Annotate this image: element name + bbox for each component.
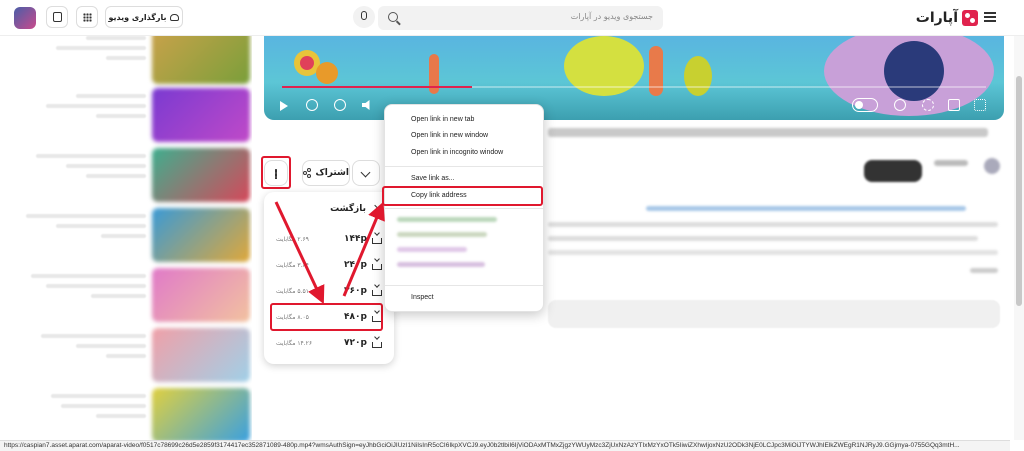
search-placeholder: جستجوی ویدیو در آپارات <box>570 12 653 21</box>
channel-avatar <box>984 158 1000 174</box>
chevron-right-icon <box>370 204 380 214</box>
download-icon <box>372 290 382 296</box>
notification-icon <box>53 12 62 22</box>
progress-bar[interactable] <box>282 86 986 88</box>
upload-video-button[interactable]: بارگذاری ویدیو <box>105 6 183 28</box>
upload-label: بارگذاری ویدیو <box>108 12 167 22</box>
back-label: بازگشت <box>330 204 366 214</box>
download-option-144p[interactable]: ۱۴۴p ۲.۶۹ مگابایت <box>272 228 386 252</box>
download-icon <box>372 342 382 348</box>
list-item[interactable] <box>0 208 252 268</box>
highlight-more-button <box>261 156 291 189</box>
file-size: ۳.۸۴ مگابایت <box>276 262 309 269</box>
menu-item-open-incognito[interactable]: Open link in incognito window <box>385 145 543 161</box>
download-option-240p[interactable]: ۲۴۰p ۳.۸۴ مگابایت <box>272 254 386 278</box>
menu-divider <box>385 166 543 167</box>
volume-icon[interactable] <box>362 100 370 110</box>
speed-icon[interactable] <box>894 99 906 111</box>
notifications-button[interactable] <box>46 6 68 28</box>
download-option-720p[interactable]: ۷۲۰p ۱۴.۲۶ مگابایت <box>272 332 386 356</box>
link-context-menu: Open link in new tab Open link in new wi… <box>384 104 544 312</box>
download-icon <box>372 264 382 270</box>
share-label: اشتراک <box>315 168 349 178</box>
menu-item-inspect[interactable]: Inspect <box>385 290 543 306</box>
microphone-icon <box>361 11 367 20</box>
video-title <box>548 128 988 137</box>
highlight-copy-link <box>382 186 543 206</box>
scrollbar-thumb[interactable] <box>1016 76 1022 306</box>
list-item[interactable] <box>0 88 252 148</box>
search-input[interactable]: جستجوی ویدیو در آپارات <box>378 6 663 30</box>
voice-search-button[interactable] <box>353 6 375 28</box>
site-header: آپارات جستجوی ویدیو در آپارات بارگذاری و… <box>0 0 1024 36</box>
logo-text: آپارات <box>915 10 958 26</box>
resolution-label: ۳۶۰p <box>344 286 367 296</box>
back-button[interactable]: بازگشت <box>330 204 380 214</box>
menu-item-save-link[interactable]: Save link as... <box>385 171 543 187</box>
list-item[interactable] <box>0 148 252 208</box>
chevron-down-icon <box>360 167 371 178</box>
list-item[interactable] <box>0 36 252 90</box>
grid-icon <box>83 13 92 22</box>
download-icon <box>372 238 382 244</box>
file-size: ۵.۵۱ مگابایت <box>276 288 309 295</box>
list-item[interactable] <box>0 388 252 440</box>
recommendations-sidebar <box>0 36 252 440</box>
fullscreen-icon[interactable] <box>974 99 986 111</box>
menu-item-open-new-window[interactable]: Open link in new window <box>385 128 543 144</box>
resolution-label: ۷۲۰p <box>344 338 367 348</box>
share-icon <box>303 168 312 178</box>
apps-button[interactable] <box>76 6 98 28</box>
list-item[interactable] <box>0 268 252 328</box>
progress-fill <box>282 86 473 88</box>
search-icon[interactable] <box>388 12 398 22</box>
aparat-logo-icon <box>962 10 978 26</box>
site-logo[interactable]: آپارات <box>916 9 978 27</box>
menu-divider <box>385 285 543 286</box>
menu-icon[interactable] <box>984 12 996 22</box>
download-quality-panel: بازگشت ۱۴۴p ۲.۶۹ مگابایت ۲۴۰p ۳.۸۴ مگابا… <box>264 192 394 364</box>
share-button[interactable]: اشتراک <box>302 160 350 186</box>
avatar[interactable] <box>14 7 36 29</box>
menu-item-extension[interactable] <box>397 247 467 252</box>
rewind-icon[interactable] <box>306 99 318 111</box>
channel-name <box>934 160 968 166</box>
browser-viewport: آپارات جستجوی ویدیو در آپارات بارگذاری و… <box>0 0 1024 451</box>
menu-item-extension[interactable] <box>397 262 485 267</box>
menu-divider <box>385 208 543 209</box>
menu-item-extension[interactable] <box>397 217 497 222</box>
expand-button[interactable] <box>352 160 380 186</box>
follow-button[interactable] <box>864 160 922 182</box>
play-icon[interactable] <box>280 101 288 111</box>
highlight-480p-option <box>270 303 383 331</box>
page-scrollbar[interactable] <box>1014 36 1024 440</box>
forward-icon[interactable] <box>334 99 346 111</box>
cloud-upload-icon <box>170 13 180 21</box>
settings-icon[interactable] <box>922 99 934 111</box>
menu-item-extension[interactable] <box>397 232 487 237</box>
resolution-label: ۱۴۴p <box>344 234 367 244</box>
cast-icon[interactable] <box>948 99 960 111</box>
menu-item-open-new-tab[interactable]: Open link in new tab <box>385 112 543 128</box>
video-player[interactable] <box>264 36 1004 120</box>
resolution-label: ۲۴۰p <box>344 260 367 270</box>
status-bar-url: https://caspian7.asset.aparat.com/aparat… <box>0 440 1010 451</box>
download-option-360p[interactable]: ۳۶۰p ۵.۵۱ مگابایت <box>272 280 386 304</box>
file-size: ۲.۶۹ مگابایت <box>276 236 309 243</box>
list-item[interactable] <box>0 328 252 388</box>
comments-box[interactable] <box>548 300 1000 328</box>
autoplay-toggle[interactable] <box>852 98 878 112</box>
extension-items <box>397 217 527 267</box>
file-size: ۱۴.۲۶ مگابایت <box>276 340 313 347</box>
